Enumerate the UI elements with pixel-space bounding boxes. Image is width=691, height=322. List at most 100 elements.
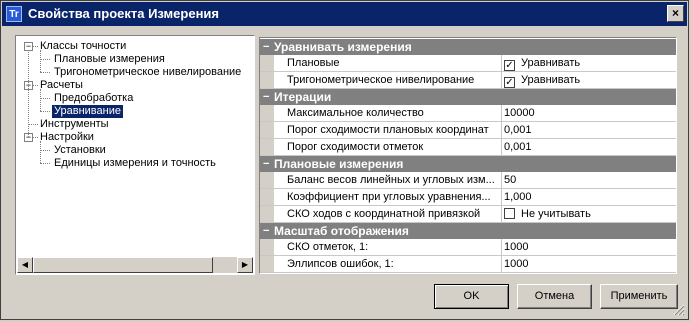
- tree-item-4[interactable]: Предобработка: [52, 92, 135, 105]
- category-label: Уравнивать измерения: [274, 40, 412, 54]
- column-divider[interactable]: [501, 55, 502, 71]
- property-name: Порог сходимости отметок: [287, 141, 424, 153]
- tree-connector: [40, 59, 50, 60]
- property-name: Коэффициент при угловых уравнения...: [287, 191, 491, 203]
- scroll-thumb[interactable]: [33, 257, 213, 273]
- resize-grip-icon[interactable]: [673, 304, 685, 316]
- column-divider[interactable]: [501, 206, 502, 222]
- checkbox-checked-icon[interactable]: ✓: [504, 60, 515, 71]
- tree-connector: [40, 141, 41, 163]
- tree-connector: [28, 50, 29, 137]
- column-divider[interactable]: [501, 256, 502, 272]
- property-row[interactable]: Плановые ✓ Уравнивать: [260, 55, 676, 72]
- tree-item-0[interactable]: Классы точности: [38, 40, 128, 53]
- tree-connector: [28, 124, 38, 125]
- collapse-icon[interactable]: −: [263, 39, 273, 55]
- tree-connector: [40, 98, 50, 99]
- property-value-text: 0,001: [504, 141, 532, 153]
- tree-connector: [40, 50, 41, 72]
- collapse-icon[interactable]: −: [263, 156, 273, 172]
- column-divider[interactable]: [501, 189, 502, 205]
- category-header[interactable]: − Итерации: [260, 89, 676, 105]
- category-header[interactable]: − Масштаб отображения: [260, 223, 676, 239]
- collapse-icon[interactable]: −: [263, 223, 273, 239]
- checkbox-unchecked-icon[interactable]: [504, 208, 515, 219]
- row-gutter: [260, 256, 274, 272]
- tree-item-6[interactable]: Инструменты: [38, 118, 111, 131]
- tree-item-3[interactable]: Расчеты: [38, 79, 85, 92]
- property-row[interactable]: СКО отметок, 1: 1000: [260, 239, 676, 256]
- property-value[interactable]: 1000: [504, 241, 528, 253]
- row-gutter: [260, 189, 274, 205]
- dialog-window: Tr Свойства проекта Измерения × − − − Клас…: [0, 0, 689, 320]
- title-bar[interactable]: Tr Свойства проекта Измерения ×: [2, 2, 687, 26]
- property-value[interactable]: Не учитывать: [504, 208, 591, 220]
- column-divider[interactable]: [501, 122, 502, 138]
- tree-item-1[interactable]: Плановые измерения: [52, 53, 167, 66]
- scroll-left-icon[interactable]: ◀: [17, 257, 33, 273]
- tree-item-9[interactable]: Единицы измерения и точность: [52, 157, 218, 170]
- close-button[interactable]: ×: [667, 5, 684, 22]
- property-name: СКО ходов с координатной привязкой: [287, 208, 481, 220]
- property-value-text: 50: [504, 174, 517, 186]
- category-header[interactable]: − Плановые измерения: [260, 156, 676, 172]
- property-row[interactable]: Баланс весов линейных и угловых изм... 50: [260, 172, 676, 189]
- property-value[interactable]: 10000: [504, 107, 535, 119]
- tree-item-2[interactable]: Тригонометрическое нивелирование: [52, 66, 243, 79]
- row-gutter: [260, 105, 274, 121]
- property-row[interactable]: Эллипсов ошибок, 1: 1000: [260, 256, 676, 273]
- row-gutter: [260, 239, 274, 255]
- ok-button[interactable]: OK: [434, 284, 509, 309]
- column-divider[interactable]: [501, 139, 502, 155]
- property-row[interactable]: Порог сходимости плановых координат 0,001: [260, 122, 676, 139]
- property-name: Максимальное количество: [287, 107, 424, 119]
- property-value[interactable]: ✓ Уравнивать: [504, 74, 580, 88]
- property-value-text: 10000: [504, 107, 535, 119]
- property-name: Плановые: [287, 57, 340, 69]
- column-divider[interactable]: [501, 72, 502, 88]
- row-gutter: [260, 122, 274, 138]
- property-row[interactable]: Порог сходимости отметок 0,001: [260, 139, 676, 156]
- property-value[interactable]: 50: [504, 174, 516, 186]
- tree-item-8[interactable]: Установки: [52, 144, 108, 157]
- property-value[interactable]: 1000: [504, 258, 528, 270]
- tree-connector: [40, 89, 41, 111]
- category-label: Итерации: [274, 90, 332, 104]
- scroll-right-icon[interactable]: ▶: [237, 257, 253, 273]
- tree-connector: [40, 111, 50, 112]
- category-label: Плановые измерения: [274, 157, 404, 171]
- tree-connector: [40, 150, 50, 151]
- row-gutter: [260, 55, 274, 71]
- tree-horizontal-scrollbar[interactable]: ◀ ▶: [17, 257, 253, 273]
- property-value-text: Уравнивать: [521, 57, 581, 69]
- property-value-text: Уравнивать: [521, 74, 581, 86]
- tree-item-5[interactable]: Уравнивание: [52, 105, 123, 118]
- checkbox-checked-icon[interactable]: ✓: [504, 77, 515, 88]
- property-row[interactable]: Тригонометрическое нивелирование ✓ Уравнив…: [260, 72, 676, 89]
- tree-connector: [40, 163, 50, 164]
- column-divider[interactable]: [501, 172, 502, 188]
- column-divider[interactable]: [501, 105, 502, 121]
- property-row[interactable]: Максимальное количество 10000: [260, 105, 676, 122]
- property-row[interactable]: Коэффициент при угловых уравнения... 1,00…: [260, 189, 676, 206]
- row-gutter: [260, 172, 274, 188]
- collapse-icon[interactable]: −: [263, 89, 273, 105]
- property-grid: − Уравнивать измерения Плановые ✓ Уравнивать…: [259, 37, 677, 274]
- row-gutter: [260, 139, 274, 155]
- tree-item-7[interactable]: Настройки: [38, 131, 96, 144]
- property-value-text: 0,001: [504, 124, 532, 136]
- column-divider[interactable]: [501, 239, 502, 255]
- property-value-text: Не учитывать: [521, 208, 591, 220]
- property-row[interactable]: СКО ходов с координатной привязкой Не учи…: [260, 206, 676, 223]
- property-value[interactable]: 1,000: [504, 191, 532, 203]
- category-header[interactable]: − Уравнивать измерения: [260, 39, 676, 55]
- property-name: Баланс весов линейных и угловых изм...: [287, 174, 495, 186]
- cancel-button[interactable]: Отмена: [517, 284, 592, 309]
- row-gutter: [260, 72, 274, 88]
- app-icon: Tr: [6, 6, 22, 22]
- property-name: Порог сходимости плановых координат: [287, 124, 489, 136]
- apply-button[interactable]: Применить: [600, 284, 678, 309]
- property-value[interactable]: ✓ Уравнивать: [504, 57, 580, 71]
- property-value[interactable]: 0,001: [504, 124, 532, 136]
- property-value[interactable]: 0,001: [504, 141, 532, 153]
